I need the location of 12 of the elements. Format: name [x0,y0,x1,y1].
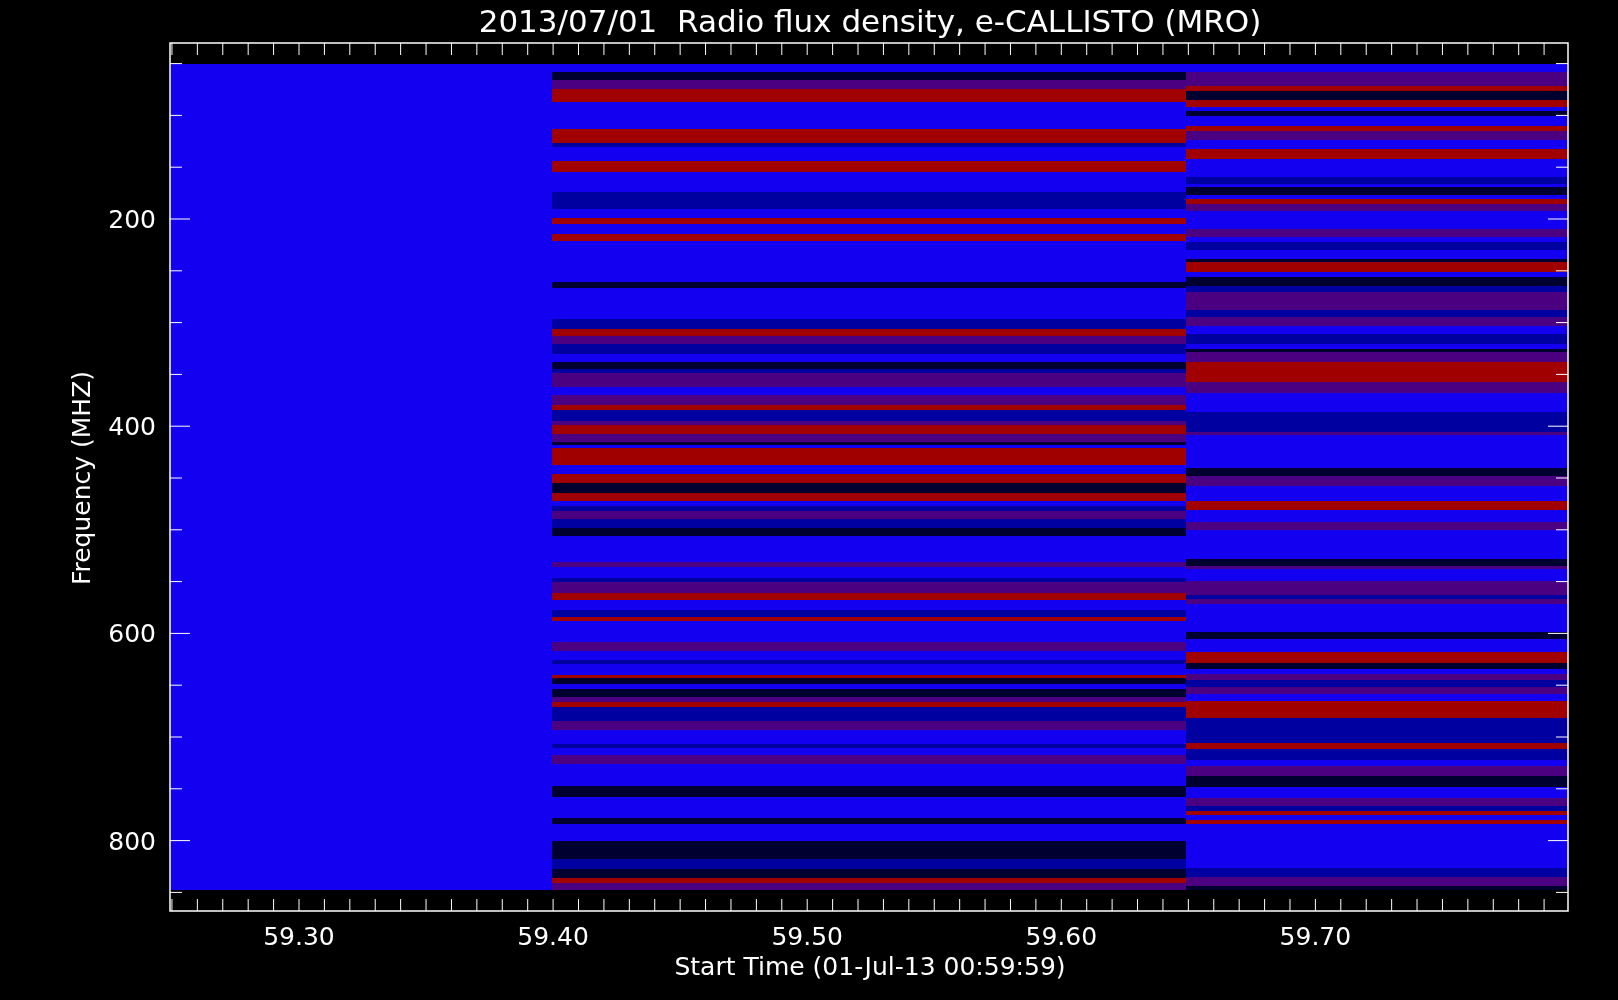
y-axis-label: Frequency (MHZ) [67,370,96,586]
x-tick-label: 59.60 [1025,922,1098,951]
y-tick-label: 800 [108,826,156,856]
x-tick-label: 59.40 [517,922,589,951]
x-axis-label: Start Time (01-Jul-13 00:59:59) [674,952,1066,981]
x-tick-label: 59.70 [1279,922,1352,951]
y-tick-label: 600 [108,619,156,649]
y-tick-label: 200 [108,205,156,234]
chart-title: 2013/07/01 Radio flux density, e-CALLISTO (MRO) [478,3,1262,39]
x-tick-label: 59.30 [263,922,335,951]
x-tick-label: 59.50 [771,922,843,951]
y-tick-label: 400 [108,412,156,442]
